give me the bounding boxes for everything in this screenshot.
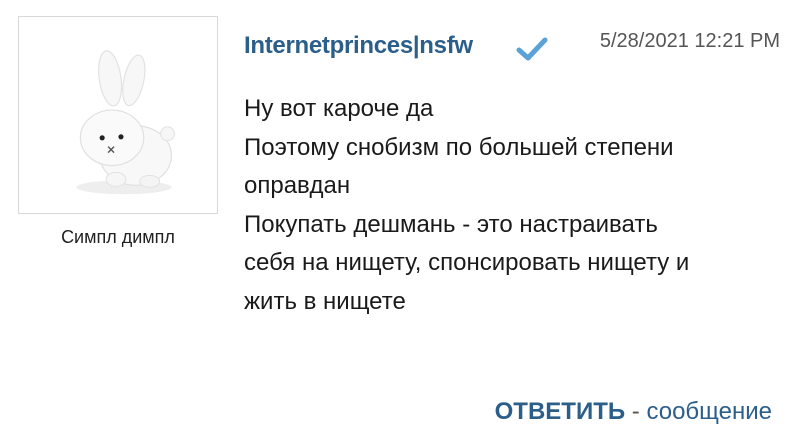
- avatar-caption: Симпл димпл: [61, 227, 175, 247]
- message-line: жить в нищете: [244, 287, 406, 315]
- post-header: Internetprinces|nsfw 5/28/2021 12:21 PM: [244, 26, 780, 66]
- post-footer: ОТВЕТИТЬ - сообщение: [495, 398, 772, 426]
- footer-separator: -: [625, 398, 647, 425]
- timestamp: 5/28/2021 12:21 PM: [599, 30, 780, 52]
- post-body: Ну вот кароче да Поэтому снобизм по боль…: [244, 90, 784, 321]
- forum-post: Симпл димпл Internetprinces|nsfw 5/28/20…: [0, 0, 800, 437]
- checkmark-icon: [516, 37, 548, 61]
- avatar[interactable]: [18, 16, 218, 214]
- message-line: Поэтому снобизм по большей степени: [244, 133, 674, 161]
- username[interactable]: Internetprinces|nsfw: [244, 32, 473, 60]
- message-line: оправдан: [244, 172, 351, 199]
- message-link[interactable]: сообщение: [646, 398, 772, 425]
- message-line: Покупать дешмань - это настраивать: [244, 210, 658, 238]
- message-line: Ну вот кароче да: [244, 95, 434, 122]
- message-line: себя на нищету, спонсировать нищету и: [244, 249, 690, 276]
- reply-button[interactable]: ОТВЕТИТЬ: [495, 398, 626, 425]
- bunny-plush-icon: [76, 50, 175, 195]
